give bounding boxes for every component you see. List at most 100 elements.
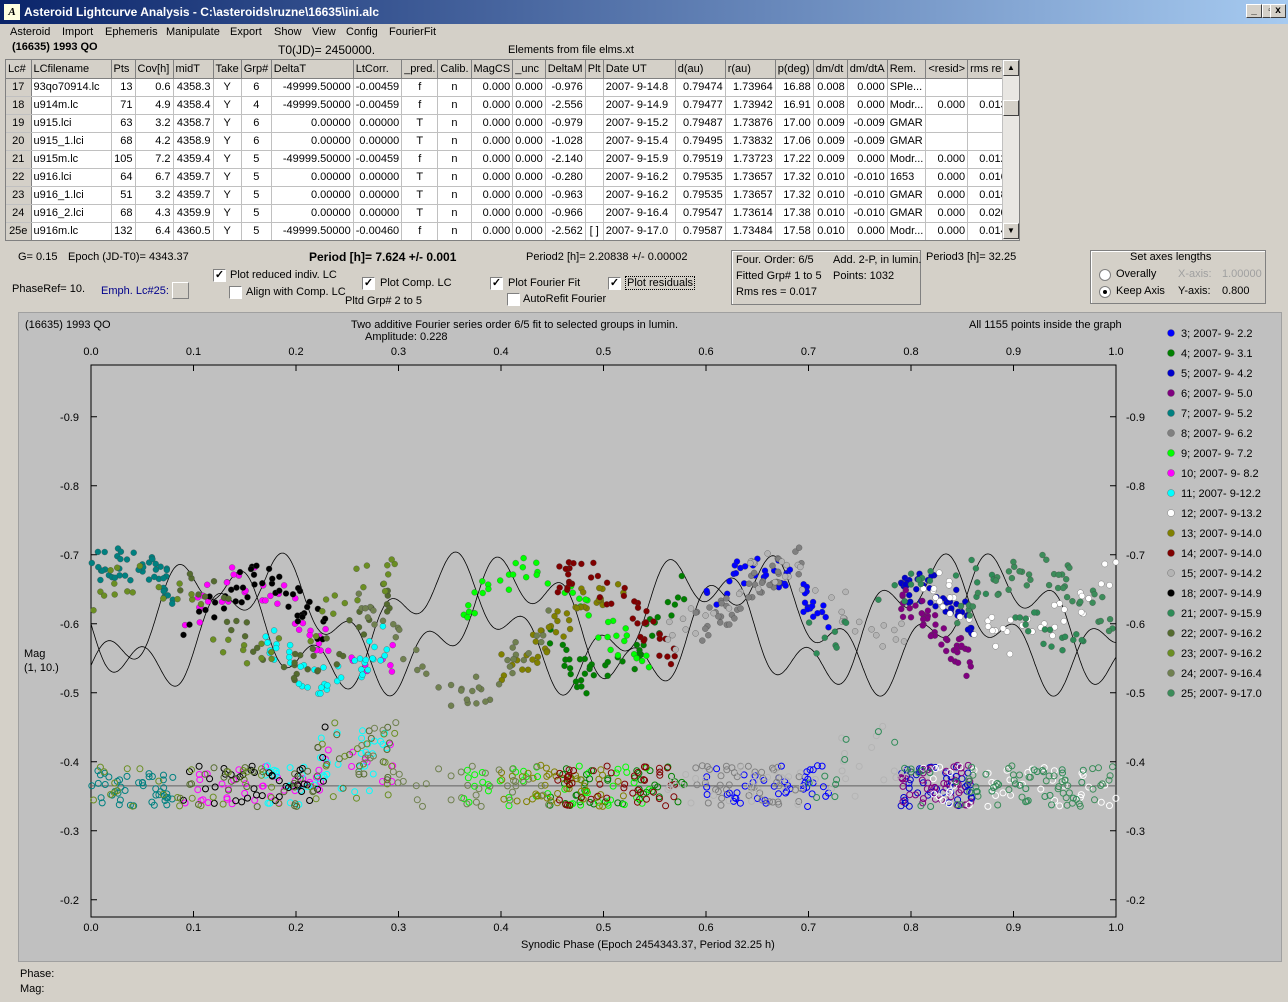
overally-radio[interactable] [1099, 269, 1111, 281]
column-header[interactable]: _unc [512, 60, 546, 79]
table-cell[interactable]: 0.000 [925, 150, 969, 169]
lightcurve-plot-panel[interactable]: (16635) 1993 QO Two additive Fourier ser… [18, 312, 1282, 962]
menu-fourierfit[interactable]: FourierFit [389, 26, 436, 38]
table-cell[interactable]: 5 [241, 150, 272, 169]
table-cell[interactable]: GMAR [887, 204, 927, 223]
table-cell[interactable] [925, 78, 969, 97]
column-header[interactable]: dm/dtA [847, 60, 888, 79]
table-cell[interactable]: -0.010 [847, 186, 888, 205]
table-cell[interactable]: 93qo70914.lc [31, 78, 112, 97]
table-cell[interactable]: 17.38 [775, 204, 814, 223]
table-cell[interactable]: 4359.7 [173, 186, 214, 205]
column-header[interactable]: Calib. [437, 60, 472, 79]
table-cell[interactable]: 1.73964 [725, 78, 776, 97]
table-cell[interactable]: u915m.lc [31, 150, 112, 169]
table-cell[interactable]: 2007- 9-16.2 [603, 168, 676, 187]
table-cell[interactable]: n [437, 204, 472, 223]
autorefit-checkbox[interactable] [507, 293, 520, 306]
table-row[interactable]: 17 93qo70914.lc 13 0.6 4358.3 Y 6 -49999.50000-… [6, 78, 1010, 97]
table-cell[interactable]: 0.000 [847, 78, 888, 97]
table-cell[interactable]: 0.79535 [675, 186, 726, 205]
table-cell[interactable]: 6.7 [135, 168, 174, 187]
column-header[interactable]: Pts [111, 60, 136, 79]
column-header[interactable]: p(deg) [775, 60, 814, 79]
table-cell[interactable]: 4358.3 [173, 78, 214, 97]
table-cell[interactable]: 0.009 [813, 150, 848, 169]
table-cell[interactable]: 0.000 [512, 150, 546, 169]
menu-export[interactable]: Export [230, 26, 262, 38]
table-cell[interactable]: 17.58 [775, 222, 814, 240]
scroll-up-icon[interactable]: ▲ [1003, 60, 1019, 76]
keep-axis-radio[interactable] [1099, 286, 1111, 298]
table-cell[interactable] [925, 132, 969, 151]
table-cell[interactable]: -0.010 [847, 168, 888, 187]
lightcurve-chart[interactable]: 0.0 0.0 0.1 0.1 0.2 0.2 0.3 0.3 0.4 0.4 0.5 0.5 0.6 0… [19, 313, 1281, 961]
menu-import[interactable]: Import [62, 26, 93, 38]
table-cell[interactable]: [ ] [585, 222, 604, 240]
x-axis-value[interactable]: 1.00000 [1222, 268, 1262, 280]
row-header[interactable]: 18 [6, 96, 32, 115]
column-header[interactable]: Lc# [6, 60, 32, 79]
table-cell[interactable]: 0.00000 [353, 168, 403, 187]
table-cell[interactable]: 64 [111, 168, 136, 187]
table-cell[interactable]: 1.73484 [725, 222, 776, 240]
table-cell[interactable]: 17.32 [775, 186, 814, 205]
table-cell[interactable]: 0.000 [471, 132, 514, 151]
row-header[interactable]: 17 [6, 78, 32, 97]
table-cell[interactable]: Y [213, 150, 242, 169]
table-cell[interactable]: 4359.7 [173, 168, 214, 187]
column-header[interactable]: Date UT [603, 60, 676, 79]
table-cell[interactable] [585, 150, 604, 169]
table-cell[interactable]: n [437, 78, 472, 97]
table-cell[interactable]: n [437, 168, 472, 187]
table-cell[interactable]: 2007- 9-16.4 [603, 204, 676, 223]
plot-fourier-checkbox[interactable]: ✓ [490, 277, 503, 290]
table-cell[interactable]: 0.000 [471, 114, 514, 133]
menu-show[interactable]: Show [274, 26, 302, 38]
table-cell[interactable]: 0.79587 [675, 222, 726, 240]
column-header[interactable]: LCfilename [31, 60, 112, 79]
close-button[interactable]: x [1270, 4, 1286, 18]
plot-residuals-checkbox[interactable]: ✓ [608, 277, 621, 290]
table-cell[interactable]: 6 [241, 132, 272, 151]
column-header[interactable]: <resid> [925, 60, 969, 79]
table-cell[interactable]: 4.9 [135, 96, 174, 115]
table-cell[interactable]: Modr... [887, 96, 927, 115]
table-cell[interactable]: -0.00460 [353, 222, 403, 240]
table-cell[interactable]: 1.73876 [725, 114, 776, 133]
table-cell[interactable]: f [401, 222, 439, 240]
table-cell[interactable]: 0.000 [847, 96, 888, 115]
table-cell[interactable]: n [437, 132, 472, 151]
table-row[interactable]: 23 u916_1.lci 51 3.2 4359.7 Y 5 0.00000 0.00000 T… [6, 186, 1010, 205]
table-cell[interactable]: -0.00459 [353, 96, 403, 115]
table-cell[interactable]: 0.79535 [675, 168, 726, 187]
table-cell[interactable]: u916.lci [31, 168, 112, 187]
table-cell[interactable]: Y [213, 96, 242, 115]
table-cell[interactable]: 0.79477 [675, 96, 726, 115]
table-cell[interactable]: 5 [241, 222, 272, 240]
table-cell[interactable] [585, 96, 604, 115]
table-cell[interactable]: -0.280 [545, 168, 586, 187]
column-header[interactable]: d(au) [675, 60, 726, 79]
table-cell[interactable]: 0.000 [471, 78, 514, 97]
table-row[interactable]: 19 u915.lci 63 3.2 4358.7 Y 6 0.00000 0.00000 Tn 0… [6, 114, 1010, 133]
table-cell[interactable]: -0.009 [847, 114, 888, 133]
table-cell[interactable]: 0.000 [512, 78, 546, 97]
table-cell[interactable]: 0.008 [813, 96, 848, 115]
table-cell[interactable]: 0.000 [512, 114, 546, 133]
table-cell[interactable]: 2007- 9-15.9 [603, 150, 676, 169]
table-cell[interactable]: n [437, 114, 472, 133]
table-cell[interactable]: 0.009 [813, 132, 848, 151]
table-cell[interactable] [585, 78, 604, 97]
column-header[interactable]: Grp# [241, 60, 272, 79]
row-header[interactable]: 21 [6, 150, 32, 169]
table-cell[interactable]: 2007- 9-16.2 [603, 186, 676, 205]
row-header[interactable]: 22 [6, 168, 32, 187]
table-cell[interactable]: 0.00000 [353, 114, 403, 133]
table-cell[interactable]: 0.00000 [353, 132, 403, 151]
table-cell[interactable]: u916_1.lci [31, 186, 112, 205]
table-cell[interactable]: GMAR [887, 186, 927, 205]
table-cell[interactable]: 2007- 9-14.8 [603, 78, 676, 97]
table-cell[interactable]: 0.79547 [675, 204, 726, 223]
table-cell[interactable]: 0.000 [512, 168, 546, 187]
